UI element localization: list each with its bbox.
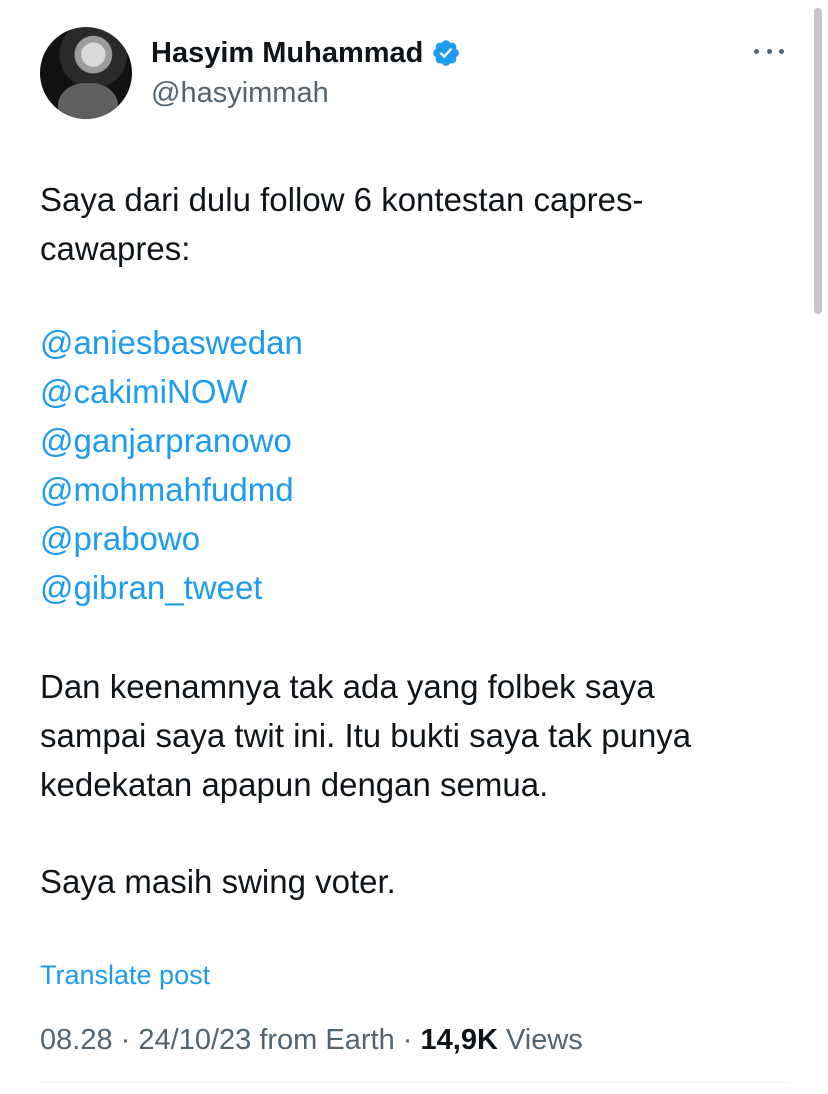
view-count: 14,9K <box>420 1024 498 1056</box>
author-display-name[interactable]: Hasyim Muhammad <box>151 36 423 70</box>
mention-link[interactable]: @cakimiNOW <box>40 367 460 416</box>
tweet-paragraph-1: Saya dari dulu follow 6 kontestan capres… <box>40 181 644 267</box>
more-dot <box>754 48 759 54</box>
mention-list: @aniesbaswedan @cakimiNOW @ganjarpranowo… <box>40 318 460 612</box>
verified-badge-icon <box>433 40 460 66</box>
meta-separator: · <box>120 1024 131 1056</box>
tweet-date[interactable]: 24/10/23 <box>138 1024 251 1056</box>
author-handle[interactable]: @hasyimmah <box>151 76 329 110</box>
mention-link[interactable]: @gibran_tweet <box>40 563 460 612</box>
mention-link[interactable]: @ganjarpranowo <box>40 416 460 465</box>
views-label: Views <box>505 1024 583 1056</box>
more-options-icon[interactable] <box>754 41 784 61</box>
avatar[interactable] <box>40 27 132 119</box>
author-name-row: Hasyim Muhammad <box>151 36 461 70</box>
mention-link[interactable]: @prabowo <box>40 514 460 563</box>
translate-post-link[interactable]: Translate post <box>40 958 210 992</box>
more-dot <box>766 48 772 54</box>
divider <box>40 1082 788 1083</box>
tweet-time[interactable]: 08.28 <box>40 1024 113 1056</box>
tweet-meta: 08.28 · 24/10/23 from Earth · 14,9K View… <box>40 1022 583 1058</box>
tweet-paragraph-2: Dan keenamnya tak ada yang folbek saya s… <box>40 668 692 803</box>
mention-link[interactable]: @mohmahfudmd <box>40 465 460 514</box>
scrollbar[interactable] <box>814 8 822 314</box>
more-dot <box>779 48 784 54</box>
tweet-source: from Earth <box>259 1024 395 1056</box>
tweet-paragraph-3: Saya masih swing voter. <box>40 863 396 900</box>
mention-link[interactable]: @aniesbaswedan <box>40 318 460 367</box>
meta-separator: · <box>402 1024 413 1056</box>
